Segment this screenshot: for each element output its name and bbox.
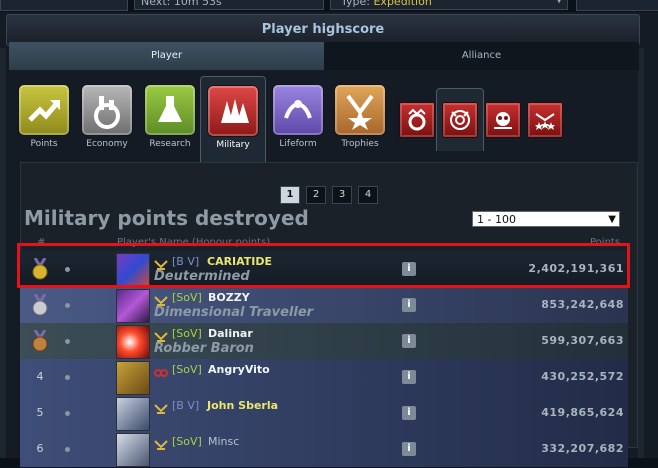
info-icon[interactable]: i [402, 406, 416, 420]
table-row[interactable]: 6 [SoV] Minsc i 332,207,682 [20, 431, 628, 468]
status-dot [65, 339, 70, 344]
category-lifeform[interactable]: Lifeform [268, 76, 328, 162]
avatar [116, 325, 150, 359]
status-dot [65, 303, 70, 308]
military-icon [207, 85, 259, 137]
military-lost-icon[interactable] [485, 102, 521, 138]
points-value: 853,242,648 [541, 298, 624, 311]
status-dot [65, 447, 70, 452]
category-label: Lifeform [279, 139, 317, 149]
page-3[interactable]: 3 [332, 186, 352, 204]
player-name[interactable]: Dalinar [208, 327, 253, 340]
honour-rank-icon [154, 292, 168, 306]
honour-rank-icon [154, 436, 168, 450]
alliance-tag[interactable]: [SoV] [172, 327, 202, 340]
player-title: Dimensional Traveller [154, 305, 314, 320]
info-icon[interactable]: i [402, 370, 416, 384]
player-name[interactable]: BOZZY [208, 291, 250, 304]
bandit-rank-icon [154, 364, 168, 377]
status-dot [65, 411, 70, 416]
type-select[interactable]: Type: Expedition ▼ [330, 0, 568, 10]
alliance-tag[interactable]: [SoV] [172, 363, 202, 376]
tab-alliance[interactable]: Alliance [324, 42, 639, 70]
bronze-medal-icon [32, 329, 48, 352]
category-label: Points [30, 139, 58, 149]
points-value: 419,865,624 [541, 406, 624, 419]
player-name[interactable]: John Sberla [207, 399, 278, 412]
tab-player[interactable]: Player [9, 42, 324, 70]
page-2[interactable]: 2 [306, 186, 326, 204]
points-value: 430,252,572 [541, 370, 624, 383]
rank-number: 4 [36, 370, 44, 383]
category-label: Trophies [341, 139, 379, 149]
avatar [116, 397, 150, 431]
avatar [116, 361, 150, 395]
type-tabs: Player Alliance [9, 42, 639, 70]
range-select[interactable]: 1 - 100 ▼ [472, 211, 620, 227]
table-row[interactable]: 4 [SoV] AngryVito i 430,252,572 [20, 359, 628, 396]
own-player-highlight [17, 243, 630, 288]
avatar [116, 433, 150, 467]
info-icon[interactable]: i [402, 298, 416, 312]
points-value: 599,307,663 [541, 334, 624, 347]
info-icon[interactable]: i [402, 334, 416, 348]
frame-edge-right [638, 48, 644, 458]
rank-number: 5 [36, 406, 44, 419]
page-1[interactable]: 1 [280, 186, 300, 204]
points-icon [18, 84, 70, 136]
page-4[interactable]: 4 [358, 186, 378, 204]
info-icon[interactable]: i [402, 442, 416, 456]
honour-icon[interactable] [527, 102, 563, 138]
top-bar: Next: 10m 53s Type: Expedition ▼ [0, 0, 658, 12]
top-box-left [0, 0, 128, 11]
alliance-tag[interactable]: [B V] [172, 399, 199, 412]
economy-icon [81, 84, 133, 136]
chevron-down-icon: ▼ [555, 0, 563, 5]
player-title: Robber Baron [154, 341, 254, 356]
military-destroyed-icon[interactable] [442, 102, 478, 138]
category-military[interactable]: Military [200, 76, 266, 163]
honour-rank-icon [154, 400, 168, 414]
next-timer-text: Next: 10m 53s [141, 0, 222, 8]
range-select-value: 1 - 100 [477, 213, 516, 226]
category-points[interactable]: Points [14, 76, 74, 162]
rank-number: 6 [36, 442, 44, 455]
honour-rank-icon [154, 328, 168, 342]
table-row[interactable]: [SoV] BOZZY Dimensional Traveller i 853,… [20, 287, 628, 324]
silver-medal-icon [32, 293, 48, 316]
category-research[interactable]: Research [140, 76, 200, 162]
category-label: Research [149, 139, 191, 149]
category-label: Economy [86, 139, 128, 149]
type-value: Expedition [373, 0, 432, 8]
frame-edge-left [0, 48, 6, 458]
military-subcategories [399, 88, 569, 151]
military-built-icon[interactable] [399, 102, 435, 138]
type-label: Type: [341, 0, 370, 8]
lifeform-icon [272, 84, 324, 136]
next-timer: Next: 10m 53s [134, 0, 324, 10]
status-dot [65, 375, 70, 380]
player-name[interactable]: Minsc [208, 435, 239, 448]
chevron-down-icon: ▼ [608, 214, 616, 225]
points-value: 332,207,682 [541, 442, 624, 455]
alliance-tag[interactable]: [SoV] [172, 291, 202, 304]
table-row[interactable]: 5 [B V] John Sberla i 419,865,624 [20, 395, 628, 432]
research-icon [144, 84, 196, 136]
table-row[interactable]: [SoV] Dalinar Robber Baron i 599,307,663 [20, 323, 628, 360]
highscore-title: Military points destroyed [24, 206, 309, 230]
category-label: Military [216, 140, 250, 150]
player-name[interactable]: AngryVito [208, 363, 270, 376]
category-trophies[interactable]: Trophies [330, 76, 390, 162]
category-economy[interactable]: Economy [77, 76, 137, 162]
alliance-tag[interactable]: [SoV] [172, 435, 202, 448]
trophies-icon [334, 84, 386, 136]
top-box-right [576, 0, 658, 11]
avatar [116, 289, 150, 323]
